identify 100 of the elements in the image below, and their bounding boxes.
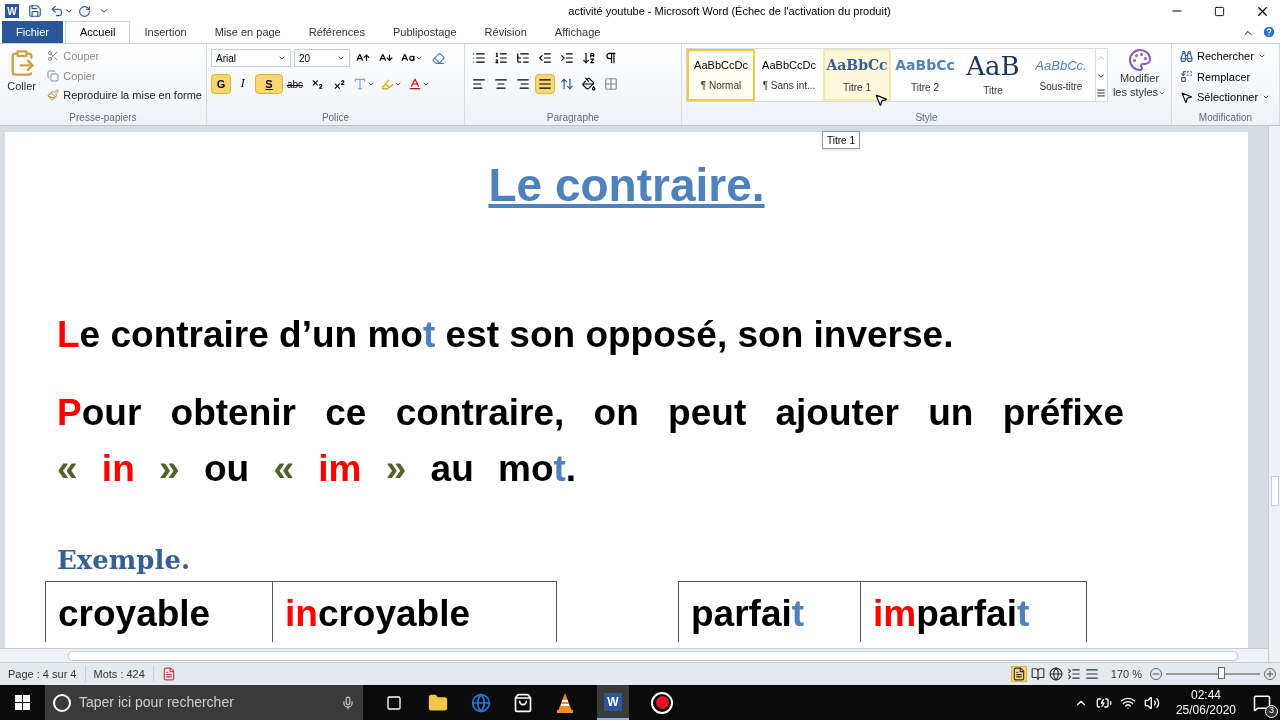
window-title: activité youtube - Microsoft Word (Échec de l'activation du produit)	[568, 3, 891, 19]
superscript-icon	[332, 77, 346, 91]
ribbon-tab[interactable]: Mise en page	[200, 21, 295, 43]
word-count[interactable]: Mots : 424	[85, 665, 154, 683]
example-label: Exemple.	[57, 547, 191, 573]
proofing-icon[interactable]	[161, 667, 176, 681]
start-icon[interactable]	[15, 695, 30, 710]
styles-icon	[1127, 48, 1152, 72]
zoom-slider-thumb[interactable]	[1217, 667, 1225, 679]
caret-icon	[422, 80, 431, 88]
style-option[interactable]: AaBbCcDc ¶ Normal	[687, 49, 755, 101]
paintbrush-icon	[47, 89, 60, 102]
cut-button[interactable]: Couper	[47, 48, 202, 65]
align-left-icon	[472, 77, 486, 91]
caret-icon	[415, 54, 423, 62]
increase-indent-icon	[560, 51, 574, 65]
ribbon-tab[interactable]: Références	[294, 21, 379, 43]
browser-icon[interactable]	[471, 692, 491, 713]
zoom-in-icon[interactable]	[1264, 668, 1276, 680]
clock-time[interactable]: 02:44	[1190, 687, 1221, 703]
group-label: Paragraphe	[546, 110, 600, 125]
line-spacing-icon	[560, 77, 574, 91]
eraser-icon	[431, 51, 445, 65]
notification-count: 3	[1265, 704, 1278, 718]
save-icon[interactable]	[28, 4, 42, 18]
paste-button[interactable]: Coller	[4, 48, 40, 109]
sort-icon	[582, 51, 596, 65]
bold-button[interactable]: G	[211, 74, 231, 94]
cortana-icon	[53, 693, 71, 712]
redo-icon[interactable]	[78, 4, 91, 18]
word-logo: W	[4, 3, 20, 19]
undo-icon[interactable]	[50, 4, 64, 18]
align-center-icon	[494, 77, 508, 91]
taskbar-search-box[interactable]: Taper ici pour rechercher	[45, 685, 363, 720]
web-layout-icon[interactable]	[1048, 667, 1063, 681]
paint-bucket-icon	[582, 77, 596, 91]
paragraph: Le contraire d’un mot est son opposé, son inverse.	[57, 316, 954, 353]
align-right-icon	[516, 77, 530, 91]
ribbon-tab[interactable]: Révision	[470, 21, 541, 43]
modify-styles-button[interactable]: Modifier les styles	[1112, 48, 1167, 109]
replace-icon	[1180, 70, 1193, 84]
reading-view-icon[interactable]	[1030, 667, 1045, 681]
file-tab[interactable]: Fichier	[2, 21, 63, 43]
select-button[interactable]: Sélectionner	[1180, 89, 1271, 106]
store-icon[interactable]	[513, 692, 533, 713]
italic-button[interactable]: I	[233, 74, 253, 94]
group-label: Presse-papiers	[69, 110, 137, 125]
folder-icon[interactable]	[427, 692, 449, 713]
caret-icon	[394, 80, 403, 88]
font-size-field[interactable]: 20	[294, 49, 350, 67]
notifications-icon[interactable]	[1253, 693, 1271, 712]
multilevel-list-icon	[516, 51, 530, 65]
borders-icon	[604, 77, 618, 91]
volume-icon[interactable]	[1143, 694, 1160, 711]
pilcrow-icon	[604, 51, 618, 65]
print-layout-icon[interactable]	[1010, 666, 1027, 682]
bullets-icon	[472, 51, 486, 65]
paragraph: Pour obtenir ce contraire, on peut ajouter un préfixe « in » ou « im » au mot.	[57, 391, 1124, 491]
justify-button[interactable]	[535, 74, 555, 94]
caret-icon	[367, 80, 376, 88]
document-heading: Le contraire.	[488, 162, 765, 208]
ribbon-tab[interactable]: Accueil	[65, 21, 131, 43]
tooltip: Titre 1	[822, 131, 860, 149]
draft-icon[interactable]	[1084, 667, 1099, 681]
replace-button[interactable]: Remplacer	[1180, 68, 1271, 85]
style-option[interactable]: AaBbCc Titre 1	[823, 49, 891, 101]
cone-icon[interactable]	[555, 691, 575, 714]
clock-date[interactable]: 25/06/2020	[1175, 702, 1236, 718]
word-taskbar-button[interactable]: W	[597, 685, 629, 720]
microphone-icon[interactable]	[341, 695, 355, 710]
font-color-icon	[408, 77, 423, 91]
ribbon-tab[interactable]: Affichage	[540, 21, 615, 43]
group-label: Style	[915, 110, 938, 125]
find-button[interactable]: Rechercher	[1180, 48, 1271, 65]
group-label: Police	[321, 110, 350, 125]
ribbon-tab[interactable]: Insertion	[130, 21, 201, 43]
ribbon-tab[interactable]: Publipostage	[379, 21, 471, 43]
font-name-field[interactable]: Arial	[211, 49, 291, 67]
restore-icon[interactable]	[1214, 5, 1225, 17]
taskbar-search-field[interactable]: Taper ici pour rechercher	[79, 692, 333, 713]
page-count[interactable]: Page : 4 sur 4	[0, 665, 86, 683]
vertical-scrollbar[interactable]	[1268, 126, 1280, 662]
subscript-icon	[310, 77, 324, 91]
record-icon[interactable]	[651, 691, 673, 714]
zoom-level[interactable]: 170 %	[1110, 665, 1142, 683]
underline-button[interactable]: S	[255, 74, 283, 94]
help-icon[interactable]	[1262, 25, 1276, 39]
scissors-icon	[47, 50, 60, 63]
format-painter-button[interactable]: Reproduire la mise en forme	[47, 87, 202, 104]
horizontal-scrollbar[interactable]	[0, 648, 1268, 662]
caret-icon[interactable]	[64, 6, 74, 16]
customize-icon[interactable]	[99, 6, 109, 16]
numbering-icon	[494, 51, 508, 65]
outline-icon[interactable]	[1066, 667, 1081, 681]
decrease-indent-icon	[538, 51, 552, 65]
strikethrough-button[interactable]: abc	[285, 74, 306, 94]
text-effects-icon	[353, 77, 368, 91]
caret-icon	[337, 54, 345, 62]
binoculars-icon	[1180, 49, 1193, 63]
copy-icon	[47, 69, 60, 82]
